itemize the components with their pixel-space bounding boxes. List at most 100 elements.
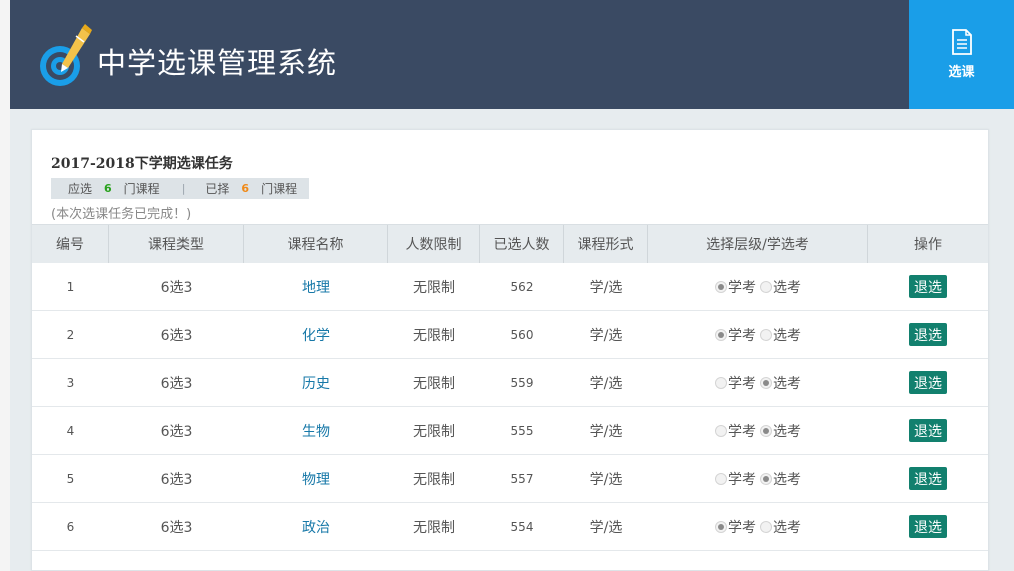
radio-xuankao[interactable]: 选考 xyxy=(760,517,801,537)
required-count: 6 xyxy=(104,182,112,195)
withdraw-button[interactable]: 退选 xyxy=(909,275,947,298)
cell-action: 退选 xyxy=(868,503,988,550)
radio-button[interactable] xyxy=(715,328,727,341)
level-radio-group: 学考 选考 xyxy=(715,373,801,393)
cell-level: 学考 选考 xyxy=(648,263,868,310)
radio-xuekao[interactable]: 学考 xyxy=(715,373,756,393)
cell-number: 4 xyxy=(66,423,75,438)
table-header: 编号 课程类型 课程名称 人数限制 已选人数 课程形式 选择层级/学选考 操作 xyxy=(32,224,988,263)
cell-limit: 无限制 xyxy=(413,375,455,392)
withdraw-button[interactable]: 退选 xyxy=(909,467,947,490)
radio-label: 选考 xyxy=(773,327,801,344)
cell-action: 退选 xyxy=(868,263,988,310)
cell-enrolled: 555 xyxy=(510,423,534,438)
cell-form: 学/选 xyxy=(589,327,623,344)
table-row: 5 6选3 物理 无限制 557 学/选 学考 选考 退选 xyxy=(32,455,988,503)
cell-type: 6选3 xyxy=(160,423,193,440)
cell-action: 退选 xyxy=(868,359,988,406)
cell-form: 学/选 xyxy=(589,423,623,440)
required-prefix: 应选 xyxy=(68,182,93,196)
radio-xuekao[interactable]: 学考 xyxy=(715,517,756,537)
chosen-prefix: 已择 xyxy=(205,182,230,196)
cell-form: 学/选 xyxy=(589,375,623,392)
cell-name: 政治 xyxy=(244,503,388,550)
cell-action: 退选 xyxy=(868,455,988,502)
course-name-link[interactable]: 化学 xyxy=(302,325,330,345)
table-row: 3 6选3 历史 无限制 559 学/选 学考 选考 退选 xyxy=(32,359,988,407)
cell-type: 6选3 xyxy=(160,519,193,536)
cell-number: 6 xyxy=(66,519,75,534)
cell-enrolled: 562 xyxy=(510,279,534,294)
required-suffix: 门课程 xyxy=(123,182,160,196)
radio-label: 学考 xyxy=(728,471,756,488)
table-row: 4 6选3 生物 无限制 555 学/选 学考 选考 退选 xyxy=(32,407,988,455)
radio-label: 学考 xyxy=(728,423,756,440)
nav-label: 选课 xyxy=(948,65,975,80)
col-header-name: 课程名称 xyxy=(244,225,388,263)
table-row: 1 6选3 地理 无限制 562 学/选 学考 选考 退选 xyxy=(32,263,988,311)
cell-action: 退选 xyxy=(868,311,988,358)
completion-note: (本次选课任务已完成！) xyxy=(51,207,192,222)
radio-label: 学考 xyxy=(728,327,756,344)
radio-xuankao[interactable]: 选考 xyxy=(760,469,801,489)
course-table: 编号 课程类型 课程名称 人数限制 已选人数 课程形式 选择层级/学选考 操作 … xyxy=(32,224,988,551)
table-body: 1 6选3 地理 无限制 562 学/选 学考 选考 退选 2 6选3 化学 无限制 560 学/选 学考 选考… xyxy=(32,263,988,551)
radio-xuekao[interactable]: 学考 xyxy=(715,421,756,441)
radio-button[interactable] xyxy=(760,328,772,341)
cell-limit: 无限制 xyxy=(413,327,455,344)
radio-button[interactable] xyxy=(715,472,727,485)
radio-label: 学考 xyxy=(728,519,756,536)
chosen-suffix: 门课程 xyxy=(261,182,298,196)
radio-label: 选考 xyxy=(773,423,801,440)
left-edge xyxy=(0,0,10,571)
cell-number: 1 xyxy=(66,279,75,294)
radio-xuekao[interactable]: 学考 xyxy=(715,469,756,489)
radio-button[interactable] xyxy=(760,472,772,485)
cell-name: 历史 xyxy=(244,359,388,406)
app-header: 中学选课管理系统 选课 xyxy=(10,0,1014,109)
radio-button[interactable] xyxy=(715,520,727,533)
radio-button[interactable] xyxy=(760,376,772,389)
radio-button[interactable] xyxy=(715,280,727,293)
task-title: 2017-2018下学期选课任务 xyxy=(51,156,233,172)
task-panel: 2017-2018下学期选课任务 应选 6 门课程 | 已择 6 门课程 (本次… xyxy=(31,129,989,571)
cell-enrolled: 559 xyxy=(510,375,534,390)
col-header-action: 操作 xyxy=(914,237,942,253)
radio-label: 选考 xyxy=(773,519,801,536)
radio-xuankao[interactable]: 选考 xyxy=(760,421,801,441)
cell-form: 学/选 xyxy=(589,279,623,296)
radio-xuankao[interactable]: 选考 xyxy=(760,325,801,345)
course-name-link[interactable]: 生物 xyxy=(302,421,330,441)
cell-type: 6选3 xyxy=(160,375,193,392)
cell-number: 2 xyxy=(66,327,75,342)
withdraw-button[interactable]: 退选 xyxy=(909,515,947,538)
withdraw-button[interactable]: 退选 xyxy=(909,323,947,346)
radio-button[interactable] xyxy=(760,424,772,437)
radio-button[interactable] xyxy=(760,520,772,533)
table-row: 6 6选3 政治 无限制 554 学/选 学考 选考 退选 xyxy=(32,503,988,551)
cell-form: 学/选 xyxy=(589,471,623,488)
radio-xuekao[interactable]: 学考 xyxy=(715,325,756,345)
cell-action: 退选 xyxy=(868,407,988,454)
withdraw-button[interactable]: 退选 xyxy=(909,419,947,442)
cell-limit: 无限制 xyxy=(413,519,455,536)
level-radio-group: 学考 选考 xyxy=(715,469,801,489)
radio-label: 学考 xyxy=(728,375,756,392)
course-name-link[interactable]: 政治 xyxy=(302,517,330,537)
cell-limit: 无限制 xyxy=(413,279,455,296)
course-name-link[interactable]: 历史 xyxy=(302,373,330,393)
radio-button[interactable] xyxy=(715,424,727,437)
pen-target-logo-icon xyxy=(40,24,92,86)
nav-course-selection[interactable]: 选课 xyxy=(909,0,1014,109)
radio-xuankao[interactable]: 选考 xyxy=(760,277,801,297)
chosen-count: 6 xyxy=(241,182,250,195)
radio-button[interactable] xyxy=(715,376,727,389)
course-name-link[interactable]: 地理 xyxy=(302,277,330,297)
radio-xuankao[interactable]: 选考 xyxy=(760,373,801,393)
radio-xuekao[interactable]: 学考 xyxy=(715,277,756,297)
course-name-link[interactable]: 物理 xyxy=(302,469,330,489)
selection-summary: 应选 6 门课程 | 已择 6 门课程 xyxy=(51,178,309,199)
radio-label: 选考 xyxy=(773,375,801,392)
radio-button[interactable] xyxy=(760,280,772,293)
withdraw-button[interactable]: 退选 xyxy=(909,371,947,394)
